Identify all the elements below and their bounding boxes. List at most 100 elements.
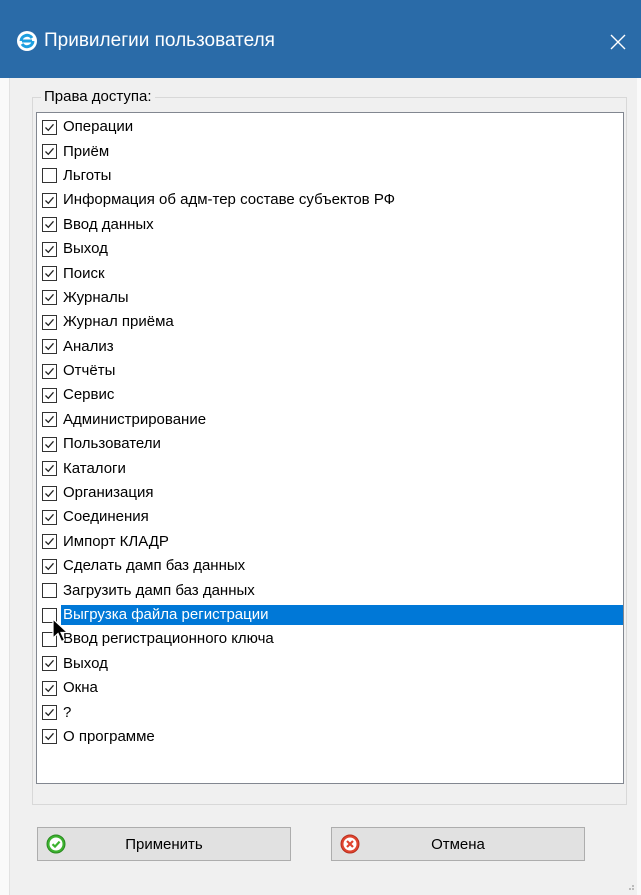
permission-item[interactable]: Сервис [40,383,623,407]
cancel-button-label: Отмена [431,835,485,853]
checkmark-icon [45,318,54,327]
permission-item[interactable]: Соединения [40,505,623,529]
checkmark-icon [45,123,54,131]
checkmark-icon [45,562,54,570]
checkmark-icon [45,196,54,205]
permission-item-label: Выход [63,654,108,672]
permission-item[interactable]: Выгрузка файла регистрации [40,603,623,627]
checkmark-icon [45,245,54,253]
window-frame-left [0,78,10,895]
checkmark-icon [45,294,54,302]
permissions-group-label: Права доступа: [41,87,155,107]
permission-item[interactable]: Поиск [40,261,623,285]
checkbox-checked[interactable] [42,266,57,282]
checkbox-checked[interactable] [42,729,57,745]
permission-item[interactable]: ? [40,700,623,724]
checkbox-checked[interactable] [42,485,57,501]
checkbox-checked[interactable] [42,339,57,355]
permission-item[interactable]: Загрузить дамп баз данных [40,578,623,602]
permission-item[interactable]: Приём [40,139,623,163]
checkbox-checked[interactable] [42,558,57,574]
permission-item[interactable]: Льготы [40,164,623,188]
permission-item[interactable]: Отчёты [40,359,623,383]
checkmark-icon [45,660,54,668]
permission-item[interactable]: Анализ [40,335,623,359]
permission-item-label: О программе [63,727,155,745]
checkbox-checked[interactable] [42,436,57,452]
checkbox-checked[interactable] [42,705,57,721]
permission-item[interactable]: Выход [40,652,623,676]
permission-item-label: Информация об адм-тер составе субъектов … [63,191,396,209]
checkbox-checked[interactable] [42,119,57,135]
checkbox-checked[interactable] [42,387,57,403]
checkmark-icon [45,489,54,497]
permission-item-label: Сделать дамп баз данных [63,557,246,575]
checkbox-checked[interactable] [42,509,57,525]
permission-item[interactable]: Ввод данных [40,213,623,237]
permission-item-label: Льготы [63,166,112,184]
checkmark-icon [45,538,54,546]
permission-item[interactable]: Журнал приёма [40,310,623,334]
checkbox-unchecked[interactable] [42,583,57,599]
checkbox-checked[interactable] [42,290,57,306]
permission-item-label: Администрирование [63,410,207,428]
permission-item[interactable]: Окна [40,676,623,700]
permission-item[interactable]: Каталоги [40,456,623,480]
checkbox-checked[interactable] [42,192,57,208]
checkbox-checked[interactable] [42,680,57,696]
checkbox-checked[interactable] [42,461,57,477]
checkbox-checked[interactable] [42,314,57,330]
checkmark-icon [45,221,54,229]
title-bar[interactable]: Привилегии пользователя [0,0,641,78]
permission-item[interactable]: Администрирование [40,408,623,432]
permission-item-label: Соединения [63,508,149,526]
checkbox-checked[interactable] [42,144,57,160]
cancel-circle-icon [340,834,360,854]
permission-item-label: Поиск [63,264,105,282]
checkbox-checked[interactable] [42,412,57,428]
close-icon [610,34,626,50]
permission-item-label: Окна [63,679,98,697]
checkbox-checked[interactable] [42,217,57,233]
checkbox-checked[interactable] [42,363,57,379]
checkbox-unchecked[interactable] [42,607,57,623]
checkmark-icon [45,147,54,156]
permission-item[interactable]: Операции [40,115,623,139]
permission-item[interactable]: Выход [40,237,623,261]
cancel-button[interactable]: Отмена [331,827,585,861]
checkmark-circle-icon [46,834,66,854]
apply-button-label: Применить [125,835,203,853]
checkbox-checked[interactable] [42,534,57,550]
resize-grip-icon[interactable] [625,881,635,891]
permission-item[interactable]: Сделать дамп баз данных [40,554,623,578]
permission-item[interactable]: Журналы [40,286,623,310]
permissions-list-items: Операции Приём Льготы Информация об адм-тер… [40,115,623,749]
window-frame-right [637,78,641,895]
checkmark-icon [45,513,54,522]
apply-button[interactable]: Применить [37,827,291,861]
permission-item-label: Приём [63,142,110,160]
permission-item[interactable]: Информация об адм-тер составе субъектов … [40,188,623,212]
permission-item-label: Импорт КЛАДР [63,532,169,550]
checkmark-icon [45,465,54,473]
close-button[interactable] [595,12,641,72]
permission-item-label: Ввод данных [63,215,154,233]
permission-item[interactable]: Пользователи [40,432,623,456]
permission-item[interactable]: О программе [40,725,623,749]
checkmark-icon [45,733,54,741]
checkmark-icon [45,343,54,351]
checkbox-unchecked[interactable] [42,631,57,647]
permission-item[interactable]: Ввод регистрационного ключа [40,627,623,651]
window-title: Привилегии пользователя [44,30,275,51]
checkmark-icon [45,684,54,692]
checkmark-icon [45,416,54,424]
permission-item-label: Пользователи [63,435,161,453]
permission-item-label: Загрузить дамп баз данных [63,581,255,599]
checkbox-checked[interactable] [42,656,57,672]
checkbox-checked[interactable] [42,241,57,257]
checkbox-unchecked[interactable] [42,168,57,184]
permission-item[interactable]: Организация [40,481,623,505]
permission-item[interactable]: Импорт КЛАДР [40,530,623,554]
permission-item-label: Ввод регистрационного ключа [63,630,274,648]
permissions-checklist[interactable]: Операции Приём Льготы Информация об адм-тер… [36,112,624,784]
